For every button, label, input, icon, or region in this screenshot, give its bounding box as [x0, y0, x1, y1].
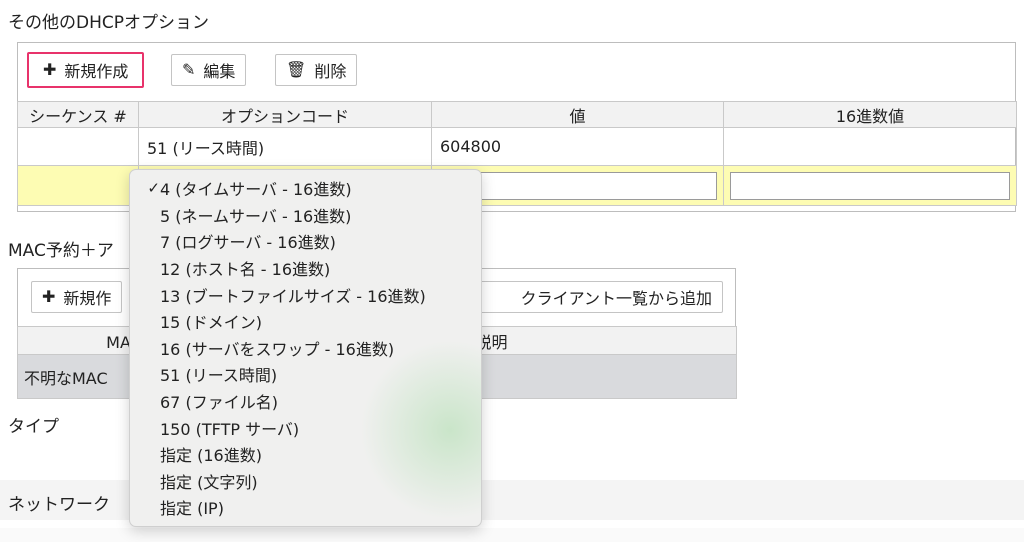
option-item[interactable]: 16 (サーバをスワップ - 16進数): [130, 335, 481, 362]
column-header-sequence[interactable]: シーケンス #: [17, 101, 139, 128]
plus-icon: ✚: [43, 60, 57, 79]
table-header-row: シーケンス # オプションコード 値 16進数値: [17, 101, 1017, 128]
new-button-label: 新規作成: [64, 62, 129, 81]
option-item[interactable]: 12 (ホスト名 - 16進数): [130, 255, 481, 282]
option-code-dropdown[interactable]: ✓ 4 (タイムサーバ - 16進数) 5 (ネームサーバ - 16進数) 7 (…: [129, 169, 482, 527]
delete-dhcp-option-button[interactable]: 🗑 削除: [275, 54, 358, 86]
new-row-hex-cell: [723, 165, 1017, 206]
option-item[interactable]: 150 (TFTP サーバ): [130, 414, 481, 441]
new-row-sequence-cell: [17, 165, 139, 206]
next-section-band: [0, 528, 1024, 542]
column-header-option-code[interactable]: オプションコード: [138, 101, 432, 128]
edit-dhcp-option-button[interactable]: ✎ 編集: [171, 54, 247, 86]
type-label: タイプ: [8, 417, 59, 437]
option-item[interactable]: 67 (ファイル名): [130, 388, 481, 415]
option-item[interactable]: 指定 (16進数): [130, 441, 481, 468]
option-list: ✓ 4 (タイムサーバ - 16進数) 5 (ネームサーバ - 16進数) 7 (…: [130, 175, 481, 521]
option-item[interactable]: 7 (ログサーバ - 16進数): [130, 228, 481, 255]
mac-reservation-title: MAC予約＋ア: [8, 241, 114, 261]
table-row[interactable]: 51 (リース時間) 604800: [17, 127, 1017, 166]
network-label: ネットワーク: [8, 495, 110, 515]
option-item[interactable]: 13 (ブートファイルサイズ - 16進数): [130, 281, 481, 308]
cell-option-code: 51 (リース時間): [138, 127, 432, 166]
cell-hex-value: [723, 127, 1017, 166]
column-header-hex-value[interactable]: 16進数値: [723, 101, 1017, 128]
hex-value-input[interactable]: [730, 171, 1010, 200]
cell-value: 604800: [431, 127, 724, 166]
edit-button-label: 編集: [203, 62, 236, 81]
option-item[interactable]: 51 (リース時間): [130, 361, 481, 388]
option-item[interactable]: 指定 (IP): [130, 494, 481, 521]
option-item[interactable]: 15 (ドメイン): [130, 308, 481, 335]
new-mac-button-label: 新規作: [63, 289, 112, 308]
add-from-client-list-button[interactable]: クライアント一覧から追加: [455, 281, 723, 313]
cell-sequence: [17, 127, 139, 166]
option-item[interactable]: 指定 (文字列): [130, 468, 481, 495]
add-from-client-list-label: クライアント一覧から追加: [520, 289, 712, 308]
option-item[interactable]: ✓ 4 (タイムサーバ - 16進数): [130, 175, 481, 202]
option-item[interactable]: 5 (ネームサーバ - 16進数): [130, 202, 481, 229]
column-header-value[interactable]: 値: [431, 101, 724, 128]
pencil-icon: ✎: [182, 60, 196, 79]
new-dhcp-option-button[interactable]: ✚ 新規作成: [27, 52, 145, 88]
dhcp-options-title: その他のDHCPオプション: [8, 13, 209, 33]
trash-icon: 🗑: [286, 60, 307, 79]
checkmark-icon: ✓: [147, 179, 160, 198]
plus-icon: ✚: [42, 287, 56, 306]
new-mac-reservation-button[interactable]: ✚ 新規作: [31, 281, 123, 313]
delete-button-label: 削除: [314, 62, 347, 81]
